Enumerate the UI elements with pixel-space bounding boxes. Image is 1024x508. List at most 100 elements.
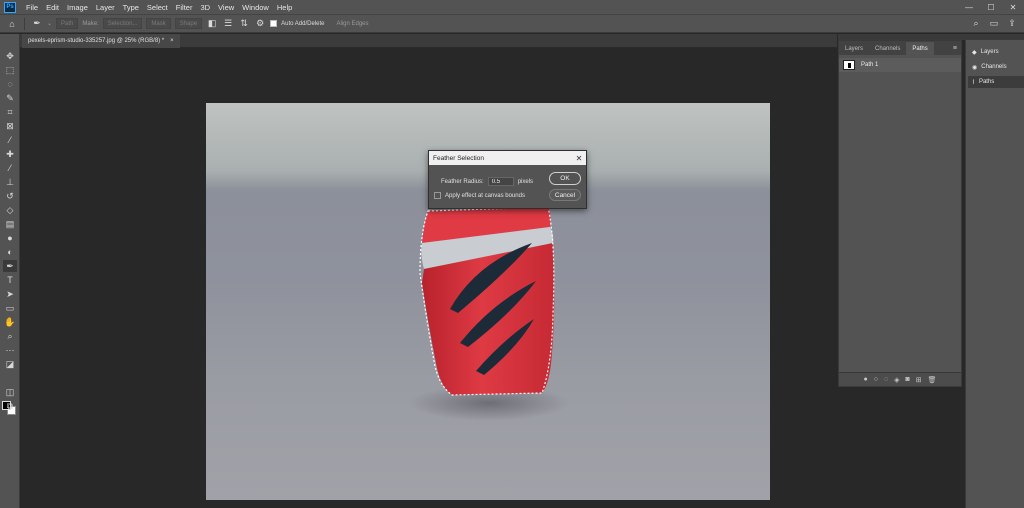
feather-radius-row: Feather Radius: pixels <box>441 177 533 186</box>
more-tools-icon[interactable]: ⋯ <box>3 344 17 356</box>
close-window-button[interactable]: ✕ <box>1002 3 1024 12</box>
move-tool-icon[interactable]: ✥ <box>3 50 17 62</box>
gradient-tool-icon[interactable]: ▤ <box>3 218 17 230</box>
document-tab[interactable]: pexels-eprism-studio-335257.jpg @ 25% (R… <box>22 34 180 48</box>
dialog-titlebar: Feather Selection ✕ <box>429 151 586 165</box>
menu-edit[interactable]: Edit <box>42 3 63 12</box>
tab-layers[interactable]: Layers <box>839 42 869 55</box>
marquee-tool-icon[interactable]: ⬚ <box>3 64 17 76</box>
document-tab-title: pexels-eprism-studio-335257.jpg @ 25% (R… <box>28 38 165 44</box>
menu-view[interactable]: View <box>214 3 238 12</box>
lasso-tool-icon[interactable]: ◌ <box>3 78 17 90</box>
chevron-down-icon[interactable]: ⌄ <box>47 20 52 27</box>
photoshop-logo-icon[interactable]: Ps <box>4 1 16 13</box>
menu-bar: Ps File Edit Image Layer Type Select Fil… <box>0 0 1024 14</box>
align-edges-label[interactable]: Align Edges <box>336 21 368 27</box>
path-thumbnail <box>843 60 855 70</box>
make-label: Make: <box>82 20 99 27</box>
auto-add-delete-checkbox[interactable] <box>270 20 278 27</box>
fill-path-icon[interactable]: ● <box>863 376 867 383</box>
window-controls: — ☐ ✕ <box>958 3 1024 12</box>
paths-panel: Layers Channels Paths ≡ Path 1 ● ○ ◌ ◈ ◙… <box>838 40 962 387</box>
make-shape-button[interactable]: Shape <box>174 18 203 29</box>
path-alignment-icon[interactable]: ☰ <box>222 18 234 30</box>
rectangle-tool-icon[interactable]: ▭ <box>3 302 17 314</box>
screen-mode-icon[interactable]: ⧉ <box>3 400 17 412</box>
crop-tool-icon[interactable]: ⌗ <box>3 106 17 118</box>
stroke-path-icon[interactable]: ○ <box>874 376 878 383</box>
make-mask-button[interactable]: Mask <box>146 18 171 29</box>
pen-tool-preset-icon[interactable]: ✒ <box>31 18 43 30</box>
path-name: Path 1 <box>861 62 879 68</box>
path-selection-tool-icon[interactable]: ➤ <box>3 288 17 300</box>
options-bar: ⌂ ✒ ⌄ Path Make: Selection... Mask Shape… <box>0 14 1024 33</box>
menu-filter[interactable]: Filter <box>172 3 197 12</box>
search-icon[interactable]: ⌕ <box>970 18 982 30</box>
side-panel-channels-label: Channels <box>981 64 1007 70</box>
history-brush-tool-icon[interactable]: ↺ <box>3 190 17 202</box>
side-panel-paths[interactable]: ⌇ Paths <box>968 76 1024 88</box>
dialog-close-icon[interactable]: ✕ <box>572 154 586 163</box>
menu-type[interactable]: Type <box>119 3 143 12</box>
load-selection-icon[interactable]: ◌ <box>884 376 888 383</box>
menu-image[interactable]: Image <box>63 3 92 12</box>
healing-brush-tool-icon[interactable]: ✚ <box>3 148 17 160</box>
eraser-tool-icon[interactable]: ◇ <box>3 204 17 216</box>
dialog-title: Feather Selection <box>433 154 484 162</box>
feather-radius-unit: pixels <box>517 178 534 185</box>
make-path-icon[interactable]: ◈ <box>894 376 899 384</box>
default-colors-icon[interactable]: ◪ <box>3 358 17 370</box>
feather-radius-input[interactable] <box>487 177 514 186</box>
canvas-bounds-row: Apply effect at canvas bounds <box>434 192 525 199</box>
path-mode-select[interactable]: Path <box>56 18 79 29</box>
quick-mask-icon[interactable]: ◫ <box>3 386 17 398</box>
quick-select-tool-icon[interactable]: ✎ <box>3 92 17 104</box>
path-arrangement-icon[interactable]: ⇅ <box>238 18 250 30</box>
menu-layer[interactable]: Layer <box>92 3 119 12</box>
canvas-area[interactable] <box>20 48 837 508</box>
side-panel-layers[interactable]: ◆ Layers <box>968 46 1024 58</box>
tools-panel: ✥ ⬚ ◌ ✎ ⌗ ⊠ ⁄ ✚ ⁄ ⊥ ↺ ◇ ▤ ● ◐ ✒ T ➤ ▭ ✋ … <box>0 34 20 508</box>
menu-3d[interactable]: 3D <box>196 3 214 12</box>
dodge-tool-icon[interactable]: ◐ <box>3 246 17 258</box>
document-tab-bar: pexels-eprism-studio-335257.jpg @ 25% (R… <box>20 34 837 48</box>
menu-file[interactable]: File <box>22 3 42 12</box>
zoom-tool-icon[interactable]: ⌕ <box>3 330 17 342</box>
workspace-icon[interactable]: ▭ <box>988 18 1000 30</box>
menu-select[interactable]: Select <box>143 3 172 12</box>
pen-tool-icon[interactable]: ✒ <box>3 260 17 272</box>
new-path-icon[interactable]: ⊞ <box>916 376 922 384</box>
paths-panel-footer: ● ○ ◌ ◈ ◙ ⊞ 🗑 <box>839 372 961 386</box>
tab-channels[interactable]: Channels <box>869 42 906 55</box>
layers-icon: ◆ <box>972 49 977 56</box>
minimize-button[interactable]: — <box>958 3 980 12</box>
brush-tool-icon[interactable]: ⁄ <box>3 162 17 174</box>
make-selection-button[interactable]: Selection... <box>102 18 143 29</box>
hand-tool-icon[interactable]: ✋ <box>3 316 17 328</box>
menu-help[interactable]: Help <box>273 3 296 12</box>
feather-selection-dialog: Feather Selection ✕ Feather Radius: pixe… <box>428 150 587 209</box>
panel-menu-icon[interactable]: ≡ <box>949 45 961 52</box>
maximize-button[interactable]: ☐ <box>980 3 1002 12</box>
canvas-bounds-checkbox[interactable] <box>434 192 441 199</box>
path-operations-icon[interactable]: ◧ <box>206 18 218 30</box>
path-list-item[interactable]: Path 1 <box>839 58 961 72</box>
eyedropper-tool-icon[interactable]: ⁄ <box>3 134 17 146</box>
tab-paths[interactable]: Paths <box>906 42 934 55</box>
clone-stamp-tool-icon[interactable]: ⊥ <box>3 176 17 188</box>
close-tab-icon[interactable]: × <box>170 38 174 44</box>
settings-gear-icon[interactable]: ⚙ <box>254 18 266 30</box>
side-panel-channels[interactable]: ◉ Channels <box>968 61 1024 73</box>
add-mask-icon[interactable]: ◙ <box>906 376 910 383</box>
frame-tool-icon[interactable]: ⊠ <box>3 120 17 132</box>
ok-button[interactable]: OK <box>549 172 581 185</box>
options-right-group: ⌕ ▭ ⇪ <box>970 18 1024 30</box>
type-tool-icon[interactable]: T <box>3 274 17 286</box>
home-icon[interactable]: ⌂ <box>6 18 18 30</box>
menu-window[interactable]: Window <box>238 3 273 12</box>
delete-path-icon[interactable]: 🗑 <box>928 376 937 384</box>
cancel-button[interactable]: Cancel <box>549 189 581 201</box>
blur-tool-icon[interactable]: ● <box>3 232 17 244</box>
share-icon[interactable]: ⇪ <box>1006 18 1018 30</box>
collapsed-panels: ◆ Layers ◉ Channels ⌇ Paths <box>965 40 1024 508</box>
